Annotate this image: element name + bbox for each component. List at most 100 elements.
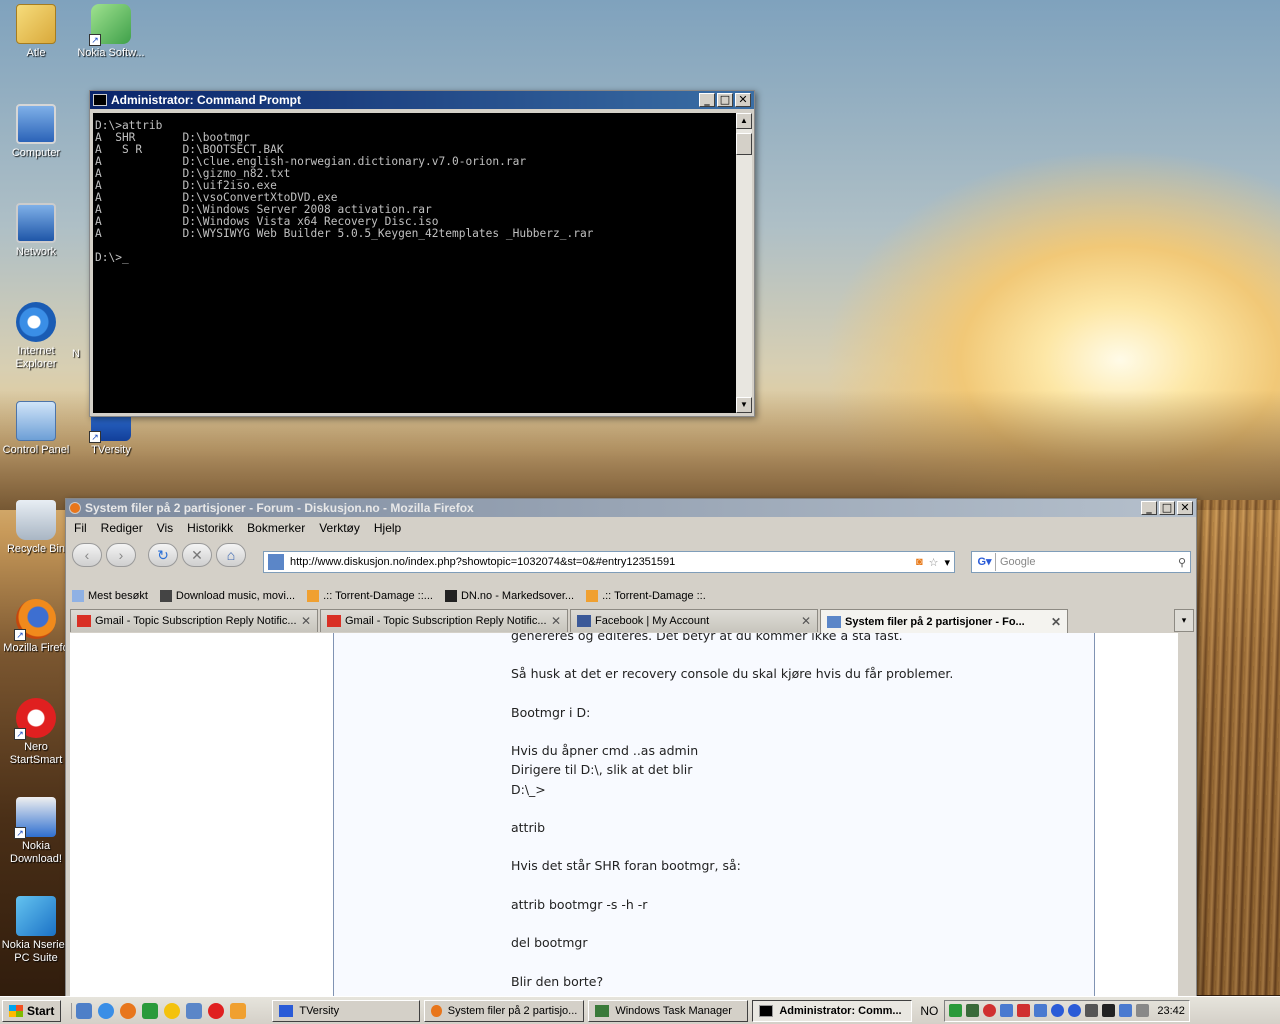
maximize-button[interactable]: □ xyxy=(1159,501,1175,515)
home-button[interactable]: ⌂ xyxy=(216,543,246,567)
desktop-icon-atle[interactable]: Atle xyxy=(0,4,75,60)
facebook-icon xyxy=(577,615,591,627)
desktop-icon-network[interactable]: Network xyxy=(0,203,75,259)
tray-icon[interactable] xyxy=(1085,1004,1099,1017)
taskbar-task-tversity[interactable]: TVersity xyxy=(272,999,421,1022)
bookmark-item[interactable]: DN.no - Markedsover... xyxy=(444,590,574,602)
tab-close-icon[interactable]: ✕ xyxy=(551,614,561,628)
internet-explorer-icon[interactable] xyxy=(98,1002,115,1019)
cmd-titlebar[interactable]: Administrator: Command Prompt _ □ ✕ xyxy=(90,91,754,109)
tab-gmail-2[interactable]: Gmail - Topic Subscription Reply Notific… xyxy=(320,609,568,632)
close-button[interactable]: ✕ xyxy=(1177,501,1193,515)
taskbar-task-task-manager[interactable]: Windows Task Manager xyxy=(588,999,749,1022)
desktop-icon-partial[interactable]: N xyxy=(72,348,86,361)
computer-icon xyxy=(16,104,56,144)
back-button[interactable]: ‹ xyxy=(72,543,102,567)
tray-icon[interactable] xyxy=(983,1004,997,1017)
firefox-icon[interactable] xyxy=(120,1002,137,1019)
bookmarks-toolbar: Mest besøkt Download music, movi... .:: … xyxy=(72,585,718,607)
nero-icon: ↗ xyxy=(14,698,56,740)
info-icon[interactable] xyxy=(1051,1004,1065,1017)
start-button[interactable]: Start xyxy=(2,999,62,1022)
desktop-icon-computer[interactable]: Computer xyxy=(0,104,75,160)
tab-list-dropdown-icon[interactable]: ▾ xyxy=(1174,609,1194,632)
desktop-icon-nero[interactable]: ↗ Nero StartSmart xyxy=(0,698,75,767)
menu-historikk[interactable]: Historikk xyxy=(187,521,233,535)
menu-vis[interactable]: Vis xyxy=(157,521,173,535)
reload-button[interactable]: ↻ xyxy=(148,543,178,567)
cmd-scrollbar[interactable]: ▲ ▼ xyxy=(736,113,752,413)
volume-icon[interactable] xyxy=(1136,1004,1150,1017)
chrome-icon[interactable] xyxy=(164,1002,181,1019)
close-button[interactable]: ✕ xyxy=(735,93,751,107)
taskbar-task-cmd[interactable]: Administrator: Comm... xyxy=(752,999,913,1022)
tab-close-icon[interactable]: ✕ xyxy=(801,614,811,628)
desktop-icon-control-panel[interactable]: Control Panel xyxy=(0,401,75,457)
bookmark-star-icon[interactable]: ☆ xyxy=(929,556,939,569)
tray-icon[interactable] xyxy=(949,1004,963,1017)
network-tray-icon[interactable] xyxy=(1119,1004,1133,1017)
cmd-console-output[interactable]: D:\>attrib A SHR D:\bootmgr A S R D:\BOO… xyxy=(93,113,736,413)
stop-button[interactable]: ✕ xyxy=(182,543,212,567)
firefox-window[interactable]: System filer på 2 partisjoner - Forum - … xyxy=(65,498,1197,998)
bookmark-item[interactable]: Mest besøkt xyxy=(72,590,148,602)
tray-icon[interactable] xyxy=(966,1004,980,1017)
desktop-icon-firefox[interactable]: ↗ Mozilla Firefo xyxy=(0,599,75,655)
tray-icon[interactable] xyxy=(1017,1004,1031,1017)
firefox-titlebar[interactable]: System filer på 2 partisjoner - Forum - … xyxy=(66,499,1196,517)
address-bar-url[interactable]: http://www.diskusjon.no/index.php?showto… xyxy=(290,556,916,568)
menu-fil[interactable]: Fil xyxy=(74,521,87,535)
scroll-down-arrow-icon[interactable]: ▼ xyxy=(736,397,752,413)
desktop-icon-internet-explorer[interactable]: Internet Explorer xyxy=(0,302,75,371)
media-icon[interactable] xyxy=(230,1002,247,1019)
desktop-icon-nokia-nseries[interactable]: Nokia Nseries PC Suite xyxy=(0,896,75,965)
bookmark-item[interactable]: .:: Torrent-Damage ::... xyxy=(307,590,433,602)
address-bar[interactable]: http://www.diskusjon.no/index.php?showto… xyxy=(263,551,955,573)
desktop-icon-nokia-software[interactable]: ↗ Nokia Softw... xyxy=(72,4,150,60)
tab-facebook[interactable]: Facebook | My Account ✕ xyxy=(570,609,818,632)
tray-icon[interactable] xyxy=(1000,1004,1014,1017)
app-icon[interactable] xyxy=(142,1002,159,1019)
show-desktop-icon[interactable] xyxy=(76,1002,93,1019)
app-icon[interactable] xyxy=(186,1002,203,1019)
search-icon[interactable]: ⚲ xyxy=(1178,556,1186,569)
tray-icon[interactable] xyxy=(1034,1004,1048,1017)
taskbar: Start TVersity System filer på 2 partisj… xyxy=(0,996,1280,1024)
nero-icon[interactable] xyxy=(208,1002,225,1019)
menu-bokmerker[interactable]: Bokmerker xyxy=(247,521,305,535)
gmail-icon xyxy=(327,615,341,627)
desktop-grass xyxy=(1196,500,1280,995)
tray-icon[interactable] xyxy=(1068,1004,1082,1017)
search-input[interactable]: Google xyxy=(1000,556,1178,568)
search-bar[interactable]: G▾ Google ⚲ xyxy=(971,551,1191,573)
menu-hjelp[interactable]: Hjelp xyxy=(374,521,401,535)
scroll-up-arrow-icon[interactable]: ▲ xyxy=(736,113,752,129)
bookmark-item[interactable]: Download music, movi... xyxy=(159,590,295,602)
tab-close-icon[interactable]: ✕ xyxy=(301,614,311,628)
windows-logo-icon xyxy=(9,1004,23,1017)
tab-gmail-1[interactable]: Gmail - Topic Subscription Reply Notific… xyxy=(70,609,318,632)
minimize-button[interactable]: _ xyxy=(1141,501,1157,515)
menu-rediger[interactable]: Rediger xyxy=(101,521,143,535)
forward-button[interactable]: › xyxy=(106,543,136,567)
url-dropdown-icon[interactable]: ▾ xyxy=(944,556,950,569)
scroll-thumb[interactable] xyxy=(736,133,752,155)
desktop-icon-nokia-download[interactable]: ↗ Nokia Download! xyxy=(0,797,75,866)
language-indicator[interactable]: NO xyxy=(920,1004,938,1018)
minimize-button[interactable]: _ xyxy=(699,93,715,107)
rss-icon[interactable]: ◙ xyxy=(916,556,923,568)
tab-close-icon[interactable]: ✕ xyxy=(1051,615,1061,629)
tray-icon[interactable] xyxy=(1102,1004,1116,1017)
maximize-button[interactable]: □ xyxy=(717,93,733,107)
taskbar-task-firefox[interactable]: System filer på 2 partisjo... xyxy=(424,999,585,1022)
bookmark-item[interactable]: .:: Torrent-Damage ::. xyxy=(586,590,706,602)
menu-verktoy[interactable]: Verktøy xyxy=(319,521,360,535)
clock[interactable]: 23:42 xyxy=(1157,1005,1185,1017)
nokia-download-icon: ↗ xyxy=(14,797,56,839)
cmd-window[interactable]: Administrator: Command Prompt _ □ ✕ D:\>… xyxy=(89,90,755,417)
tab-diskusjon[interactable]: System filer på 2 partisjoner - Fo... ✕ xyxy=(820,609,1068,633)
nokia-nseries-icon xyxy=(16,896,56,936)
google-engine-icon[interactable]: G▾ xyxy=(974,553,996,571)
desktop-icon-recycle-bin[interactable]: Recycle Bin xyxy=(0,500,75,556)
cmd-app-icon xyxy=(93,94,107,106)
